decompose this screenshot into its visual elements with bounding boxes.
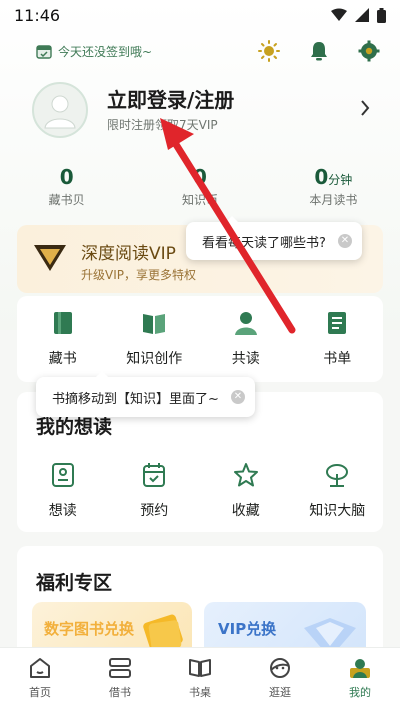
tab-label: 借书: [109, 686, 131, 699]
stat-bookshells[interactable]: 0 藏书贝: [0, 165, 133, 208]
home-icon: [30, 658, 50, 678]
explore-icon: [270, 658, 290, 678]
tab-explore[interactable]: 逛逛: [240, 648, 320, 711]
settings-button[interactable]: [356, 38, 382, 64]
wishlist-item-brain[interactable]: 知识大脑: [292, 462, 384, 520]
book-icon: [53, 312, 72, 334]
bell-icon: [311, 42, 327, 61]
calendar-icon: [143, 463, 166, 487]
calendar-check-icon: [36, 45, 52, 59]
wifi-icon: [331, 8, 347, 21]
tab-desk[interactable]: 书桌: [160, 648, 240, 711]
welfare-card: 福利专区 数字图书兑换 VIP兑换: [17, 546, 383, 656]
notification-button[interactable]: [306, 38, 332, 64]
excerpt-tooltip[interactable]: 书摘移动到【知识】里面了~ ✕: [36, 371, 255, 417]
stat-label: 本月读书: [309, 193, 358, 207]
tab-home[interactable]: 首页: [0, 648, 80, 711]
theme-button[interactable]: [256, 38, 282, 64]
person-icon: [234, 312, 257, 335]
tab-borrow[interactable]: 借书: [80, 648, 160, 711]
quick-item-label: 共读: [231, 351, 260, 367]
stat-label: 知识币: [181, 193, 218, 207]
close-icon[interactable]: ✕: [230, 390, 245, 404]
stat-value: 0: [59, 165, 74, 189]
wishlist-item-label: 知识大脑: [309, 503, 366, 519]
wishlist-item-favorite[interactable]: 收藏: [200, 462, 292, 520]
login-subtitle[interactable]: 限时注册领取7天VIP: [107, 116, 218, 133]
quick-item-knowledge[interactable]: 知识创作: [109, 296, 201, 382]
wishlist-item-label: 收藏: [231, 503, 260, 519]
quick-item-label: 书单: [323, 351, 352, 367]
card-icon: [51, 463, 74, 487]
signal-icon: [355, 8, 369, 22]
bottom-tab-bar: 首页 借书 书桌 逛逛 我的: [0, 647, 400, 711]
tooltip-text: 书摘移动到【知识】里面了~: [52, 391, 219, 407]
tab-label: 我的: [349, 686, 371, 699]
stat-coins[interactable]: 0 知识币: [133, 165, 266, 208]
quick-actions-card: 藏书 知识创作 共读 书单: [17, 296, 383, 382]
stats-row: 0 藏书贝 0 知识币 0分钟 本月读书: [0, 165, 400, 208]
me-icon: [350, 659, 370, 678]
stat-value: 0: [193, 165, 207, 189]
default-avatar-icon: [44, 95, 76, 129]
checkin-text: 今天还没签到哦~: [58, 44, 153, 59]
vip-exchange-label: VIP兑换: [218, 620, 277, 638]
top-actions: [256, 38, 382, 64]
tree-icon: [326, 464, 349, 487]
tooltip-text: 看看每天读了哪些书?: [202, 235, 326, 251]
quick-item-label: 藏书: [48, 351, 77, 367]
tab-me[interactable]: 我的: [320, 648, 400, 711]
stat-unit: 分钟: [328, 173, 353, 187]
tab-label: 书桌: [189, 686, 211, 699]
checkin-banner[interactable]: 今天还没签到哦~: [36, 40, 152, 62]
quick-item-collection[interactable]: 藏书: [17, 296, 109, 382]
book-exchange-label: 数字图书兑换: [44, 620, 135, 638]
vip-title: 深度阅读VIP: [81, 244, 176, 264]
quick-item-booklist[interactable]: 书单: [292, 296, 384, 382]
avatar[interactable]: [32, 82, 88, 138]
gear-icon: [358, 40, 380, 62]
stat-value: 0: [314, 165, 329, 189]
welfare-title: 福利专区: [36, 572, 113, 594]
vip-subtitle: 升级VIP，享更多特权: [81, 268, 196, 282]
wishlist-item-reserve[interactable]: 预约: [109, 462, 201, 520]
sun-icon: [258, 40, 280, 62]
wishlist-item-label: 想读: [48, 503, 77, 519]
borrow-icon: [109, 658, 131, 678]
wishlist-row: 想读 预约 收藏 知识大脑: [17, 462, 383, 520]
close-icon[interactable]: ✕: [337, 234, 352, 248]
status-time: 11:46: [14, 5, 61, 25]
system-icons: [331, 7, 386, 23]
battery-icon: [377, 7, 386, 23]
chevron-right-icon[interactable]: [360, 100, 370, 116]
wishlist-item-label: 预约: [140, 503, 169, 519]
tab-label: 逛逛: [269, 686, 291, 699]
reading-tooltip[interactable]: 看看每天读了哪些书? ✕: [186, 216, 362, 260]
list-icon: [328, 312, 347, 334]
desk-icon: [189, 659, 211, 677]
stat-label: 藏书贝: [48, 193, 85, 207]
wishlist-item-want[interactable]: 想读: [17, 462, 109, 520]
status-bar: 11:46: [0, 0, 400, 30]
open-book-icon: [143, 314, 166, 334]
tab-label: 首页: [29, 686, 51, 699]
quick-item-label: 知识创作: [126, 351, 183, 367]
star-icon: [233, 463, 258, 487]
vip-diamond-icon: [34, 245, 66, 271]
quick-item-coread[interactable]: 共读: [200, 296, 292, 382]
stat-reading-time[interactable]: 0分钟 本月读书: [267, 165, 400, 208]
login-title[interactable]: 立即登录/注册: [107, 84, 234, 113]
